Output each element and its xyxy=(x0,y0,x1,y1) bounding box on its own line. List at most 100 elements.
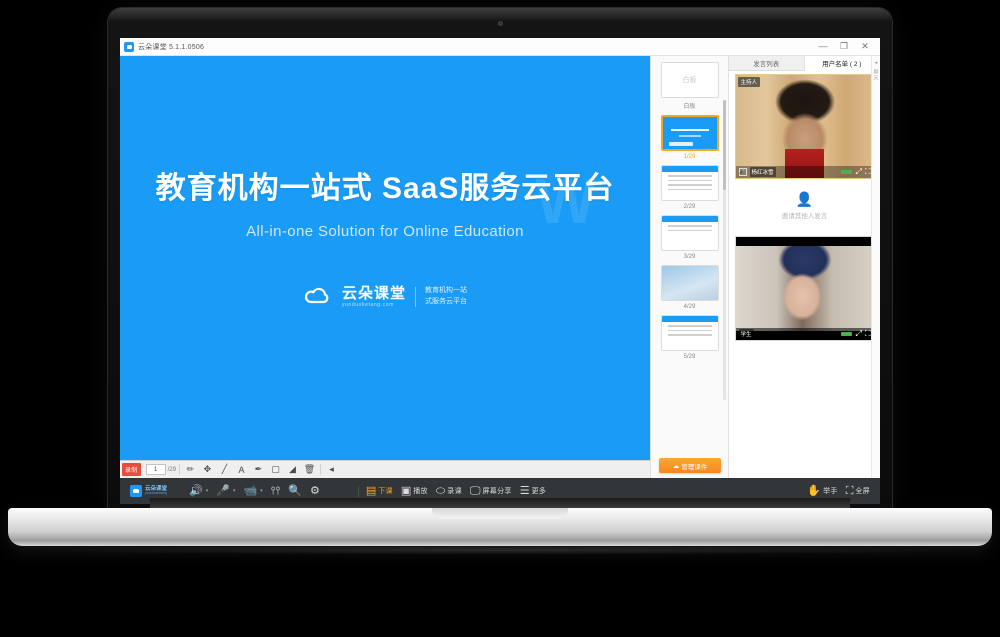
logo-chinese: 云朵课堂 xyxy=(341,284,406,302)
fullscreen-icon[interactable]: ⛶ xyxy=(865,168,871,176)
record-label: 录课 xyxy=(447,488,462,495)
invite-area[interactable]: 👤 邀请其他人发言 xyxy=(729,179,880,233)
page-number-input[interactable]: 1 xyxy=(145,464,166,475)
brand-text: 云朵课堂 yunduoketang xyxy=(145,486,167,496)
zoom-button[interactable]: 🔍 xyxy=(284,485,306,497)
raise-hand-button[interactable]: ✋ 举手 xyxy=(803,485,841,497)
thumbnail-scrollbar-thumb[interactable] xyxy=(723,100,726,190)
presentation-column: W 教育机构一站式 SaaS服务云平台 All-in-one Solution … xyxy=(120,56,650,478)
thumbnail-slide-2[interactable] xyxy=(660,165,719,201)
thumbnail-whiteboard[interactable]: 白板 xyxy=(660,62,719,98)
chevron-down-icon[interactable]: ▾ xyxy=(206,488,209,494)
thumbnail-preview xyxy=(661,316,718,350)
thumbnail-slide-1[interactable] xyxy=(660,115,719,151)
record-button[interactable]: ⬭ 录课 xyxy=(432,484,466,497)
logo-tagline: 教育机构一站 式服务云平台 xyxy=(425,287,467,307)
video-feed-host xyxy=(735,75,874,178)
thumbnail-label-2: 2/29 xyxy=(683,204,696,210)
marker-tool-icon[interactable]: ✒ xyxy=(251,463,266,477)
eraser-tool-icon[interactable]: ◢ xyxy=(285,463,300,477)
playback-button[interactable]: ▣ 播放 xyxy=(397,484,432,497)
slide-logo: 云朵课堂 yunduoketang.com 教育机构一站 式服务云平台 xyxy=(303,286,467,308)
brand-english: yunduoketang xyxy=(145,491,167,495)
right-panel-tabs: 发言列表 用户名单 ( 2 ) xyxy=(729,56,880,71)
text-tool-icon[interactable]: A xyxy=(234,463,249,477)
delete-tool-icon[interactable]: 🗑 xyxy=(302,463,317,477)
logo-wordmark: 云朵课堂 yunduoketang.com xyxy=(342,286,406,308)
video-controls-student: 学生 ⤢ ⛶ xyxy=(735,328,874,340)
thumbnail-label-5: 5/29 xyxy=(683,354,696,360)
thumbnail-slide-3[interactable] xyxy=(660,215,719,251)
tab-user-list[interactable]: 用户名单 ( 2 ) xyxy=(804,56,880,71)
fullscreen-button[interactable]: ⛶ 全屏 xyxy=(842,485,874,497)
lid-hinge xyxy=(150,498,850,508)
thumbnail-whiteboard-label: 白板 xyxy=(683,104,696,110)
page-indicator: 1 /29 xyxy=(145,464,176,475)
thumbnail-slide-4[interactable] xyxy=(660,265,719,301)
laptop-screen: 云朵课堂 5.1.1.0506 — ❐ ✕ W 教育机构一站式 SaaS服务云平… xyxy=(120,38,880,504)
microphone-icon: 🎤 xyxy=(216,484,230,497)
camera-button[interactable]: 📹 ▾ xyxy=(239,484,266,497)
settings-button[interactable]: ⚙ xyxy=(306,485,324,497)
rect-tool-icon[interactable]: ▢ xyxy=(268,463,283,477)
manage-courseware-button[interactable]: ☁ 管理课件 xyxy=(659,458,721,473)
collapse-tool-icon[interactable]: ◂ xyxy=(324,463,339,477)
video-tile-student[interactable]: 学生 ⤢ ⛶ xyxy=(734,236,875,341)
slide-title: 教育机构一站式 SaaS服务云平台 xyxy=(155,171,615,205)
maximize-button[interactable]: ❐ xyxy=(839,42,849,51)
thumbnail-label-3: 3/29 xyxy=(683,254,696,260)
webcam-icon xyxy=(497,21,503,26)
minimize-button[interactable]: — xyxy=(818,42,828,51)
camera-icon: 📹 xyxy=(243,484,258,497)
screenshot-stage: 云朵课堂 5.1.1.0506 — ❐ ✕ W 教育机构一站式 SaaS服务云平… xyxy=(0,0,1000,637)
screenshare-button[interactable]: 🖵 屏幕分享 xyxy=(466,485,516,497)
fullscreen-icon[interactable]: ⛶ xyxy=(865,330,871,338)
lid-highlight xyxy=(108,8,892,22)
title-bar: 云朵课堂 5.1.1.0506 — ❐ ✕ xyxy=(120,38,880,56)
chevron-left-icon[interactable]: ◂ xyxy=(875,60,878,66)
video-tile-host[interactable]: 主持人 🎤 杨红冰雪 ⤢ ⛶ xyxy=(734,74,875,179)
thumbnail-scrollbar[interactable] xyxy=(723,100,726,400)
mic-icon[interactable]: 🎤 xyxy=(738,168,747,176)
thumbnail-panel[interactable]: 白板 白板 1/29 2/29 3/29 4/29 5/29 ☁ 管理课件 xyxy=(650,56,728,478)
thumbnail-preview xyxy=(661,266,718,300)
microphone-button[interactable]: 🎤 ▾ xyxy=(212,484,239,497)
tab-speaker-list[interactable]: 发言列表 xyxy=(729,56,805,70)
collapsed-chat-rail[interactable]: ◂ 聊天 xyxy=(871,56,880,478)
letterbox-top xyxy=(735,237,874,246)
line-tool-icon[interactable]: ╱ xyxy=(217,463,232,477)
class-button[interactable]: ▤ 下课 xyxy=(357,484,397,497)
slide-canvas[interactable]: W 教育机构一站式 SaaS服务云平台 All-in-one Solution … xyxy=(120,56,650,460)
move-tool-icon[interactable]: ✥ xyxy=(200,463,215,477)
speaker-button[interactable]: 🔊 ▾ xyxy=(185,484,212,497)
close-button[interactable]: ✕ xyxy=(860,42,870,51)
expand-icon[interactable]: ⤢ xyxy=(855,330,861,338)
pen-tool-icon[interactable]: ✏ xyxy=(183,463,198,477)
playback-icon: ▣ xyxy=(400,484,412,497)
record-icon: ⬭ xyxy=(435,484,446,497)
record-indicator[interactable]: 录制 xyxy=(122,463,141,476)
thumbnail-list: 白板 白板 1/29 2/29 3/29 4/29 5/29 xyxy=(651,62,728,363)
thumbnail-preview xyxy=(661,166,718,200)
more-label: 更多 xyxy=(531,488,547,495)
expand-icon[interactable]: ⤢ xyxy=(855,168,861,176)
dock-brand: 云朵课堂 yunduoketang xyxy=(126,485,171,497)
logo-tagline-line1: 教育机构一站 xyxy=(425,286,467,294)
thumbnail-slide-5[interactable] xyxy=(660,315,719,351)
speaker-icon: 🔊 xyxy=(189,484,203,497)
video-controls-host: 🎤 杨红冰雪 ⤢ ⛶ xyxy=(735,166,874,178)
window-controls: — ❐ ✕ xyxy=(818,42,876,51)
class-icon: ▤ xyxy=(365,484,377,497)
signal-indicator xyxy=(841,332,853,336)
thumbnail-label-1: 1/29 xyxy=(683,154,696,160)
toolbar-divider-2 xyxy=(319,464,321,475)
slide-subtitle: All-in-one Solution for Online Education xyxy=(246,222,524,240)
chevron-down-icon[interactable]: ▾ xyxy=(260,488,263,494)
thumbnail-label-4: 4/29 xyxy=(683,304,696,310)
more-button[interactable]: ☰ 更多 xyxy=(516,485,550,497)
brand-logo-icon xyxy=(130,485,142,497)
chevron-down-icon[interactable]: ▾ xyxy=(233,488,236,494)
equalizer-button[interactable]: ⫯⫯ xyxy=(267,485,285,497)
playback-label: 播放 xyxy=(413,488,428,495)
app-window: 云朵课堂 5.1.1.0506 — ❐ ✕ W 教育机构一站式 SaaS服务云平… xyxy=(120,38,880,504)
